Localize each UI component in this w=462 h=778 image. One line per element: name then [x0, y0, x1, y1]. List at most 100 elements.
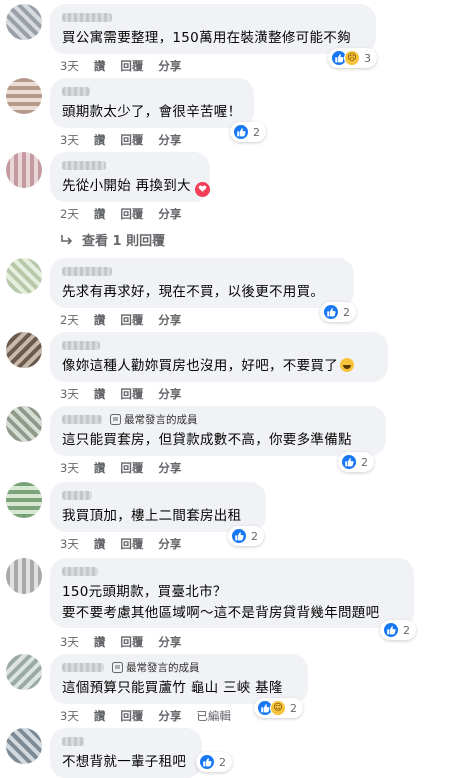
comment-text-line-1: 150元頭期款，買臺北市？ [62, 584, 227, 600]
commenter-name[interactable] [62, 662, 104, 672]
reaction-count: 2 [253, 125, 260, 139]
avatar[interactable] [6, 482, 42, 518]
avatar[interactable] [6, 152, 42, 188]
like-button[interactable]: 讚 [94, 58, 106, 74]
comment-bubble: 先求有再求好，現在不買，以後更不用買。 [50, 258, 354, 308]
comment-actions: 2天 讚 回覆 分享 [60, 206, 196, 222]
avatar[interactable] [6, 558, 42, 594]
share-button[interactable]: 分享 [158, 708, 181, 724]
comment-time[interactable]: 3天 [60, 634, 79, 650]
comment-text: 不想背就一輩子租吧 [62, 754, 187, 770]
badge-label: 最常發言的成員 [126, 661, 200, 674]
reaction-count: 2 [403, 623, 410, 637]
comment-time[interactable]: 3天 [60, 386, 79, 402]
share-button[interactable]: 分享 [158, 58, 181, 74]
commenter-name[interactable] [62, 266, 112, 276]
commenter-name[interactable] [62, 160, 106, 170]
reaction-count: 2 [219, 755, 226, 769]
share-button[interactable]: 分享 [158, 386, 181, 402]
reply-button[interactable]: 回覆 [120, 58, 143, 74]
comment-time[interactable]: 3天 [60, 536, 79, 552]
commenter-name[interactable] [62, 490, 92, 500]
view-replies-link[interactable]: 查看 1 則回覆 [60, 230, 165, 249]
reaction-summary[interactable]: 2 [228, 526, 264, 546]
share-button[interactable]: 分享 [158, 460, 181, 476]
reaction-summary[interactable]: 2 [320, 302, 356, 322]
avatar[interactable] [6, 406, 42, 442]
reply-button[interactable]: 回覆 [120, 708, 143, 724]
comment-bubble: 不想背就一輩子租吧 [50, 728, 202, 778]
commenter-name[interactable] [62, 736, 84, 746]
commenter-name[interactable] [62, 86, 90, 96]
avatar[interactable] [6, 4, 42, 40]
like-button[interactable]: 讚 [94, 634, 106, 650]
comment-text: 買公寓需要整理，150萬用在裝潢整修可能不夠 [62, 30, 351, 46]
like-reaction-icon [323, 304, 339, 320]
comment-text: 頭期款太少了，會很辛苦喔！ [62, 104, 242, 120]
comment-time[interactable]: 2天 [60, 206, 79, 222]
commenter-name[interactable] [62, 566, 98, 576]
commenter-name[interactable] [62, 12, 112, 22]
like-button[interactable]: 讚 [94, 460, 106, 476]
reply-button[interactable]: 回覆 [120, 132, 143, 148]
reply-button[interactable]: 回覆 [120, 206, 143, 222]
reaction-summary[interactable]: ☹ 3 [328, 48, 377, 68]
comment-text: 我買頂加，樓上二間套房出租 [62, 508, 242, 524]
comment-time[interactable]: 3天 [60, 58, 79, 74]
comment-text: 先求有再求好，現在不買，以後更不用買。 [62, 284, 325, 300]
comment-actions: 3天 讚 回覆 分享 [60, 132, 196, 148]
like-button[interactable]: 讚 [94, 312, 106, 328]
share-button[interactable]: 分享 [158, 634, 181, 650]
share-button[interactable]: 分享 [158, 536, 181, 552]
comment-time[interactable]: 3天 [60, 708, 79, 724]
reply-button[interactable]: 回覆 [120, 460, 143, 476]
commenter-name[interactable] [62, 340, 100, 350]
reply-button[interactable]: 回覆 [120, 312, 143, 328]
like-button[interactable]: 讚 [94, 206, 106, 222]
heart-reaction-icon[interactable] [194, 182, 210, 197]
comment-time[interactable]: 3天 [60, 132, 79, 148]
reaction-summary[interactable]: 2 [380, 620, 416, 640]
top-contributor-badge: 最常發言的成員 [112, 660, 200, 675]
comment-bubble: 買公寓需要整理，150萬用在裝潢整修可能不夠 [50, 4, 376, 54]
comment-time[interactable]: 2天 [60, 312, 79, 328]
comment-actions: 2天 讚 回覆 分享 [60, 312, 196, 328]
avatar[interactable] [6, 258, 42, 294]
comment-actions: 3天 讚 回覆 分享 已編輯 [60, 708, 246, 724]
avatar[interactable] [6, 78, 42, 114]
share-button[interactable]: 分享 [158, 312, 181, 328]
like-button[interactable]: 讚 [94, 536, 106, 552]
comment-actions: 3天 讚 回覆 分享 [60, 386, 196, 402]
reaction-summary[interactable]: ☺ 2 [254, 698, 303, 718]
laughing-emoji-icon [340, 358, 354, 372]
reaction-summary[interactable]: 2 [338, 452, 374, 472]
comment-bubble: 最常發言的成員 這個預算只能買蘆竹 龜山 三峽 基隆 [50, 654, 308, 704]
reply-button[interactable]: 回覆 [120, 634, 143, 650]
share-button[interactable]: 分享 [158, 132, 181, 148]
commenter-name[interactable] [62, 414, 102, 424]
reaction-count: 2 [290, 701, 297, 715]
badge-icon [112, 661, 123, 673]
comment-actions: 3天 讚 回覆 分享 [60, 634, 196, 650]
edited-label: 已編輯 [196, 709, 231, 723]
avatar[interactable] [6, 332, 42, 368]
sad-reaction-icon: ☹ [344, 50, 360, 66]
reaction-summary[interactable]: 2 [196, 752, 232, 772]
reaction-summary[interactable]: 2 [230, 122, 266, 142]
reply-button[interactable]: 回覆 [120, 386, 143, 402]
avatar[interactable] [6, 728, 42, 764]
comment-bubble: 先從小開始 再換到大 [50, 152, 210, 202]
like-reaction-icon [341, 454, 357, 470]
avatar[interactable] [6, 654, 42, 690]
like-button[interactable]: 讚 [94, 132, 106, 148]
share-button[interactable]: 分享 [158, 206, 181, 222]
comment-time[interactable]: 3天 [60, 460, 79, 476]
badge-icon [110, 413, 121, 425]
reaction-count: 3 [364, 51, 371, 65]
reply-button[interactable]: 回覆 [120, 536, 143, 552]
like-button[interactable]: 讚 [94, 708, 106, 724]
like-button[interactable]: 讚 [94, 386, 106, 402]
like-reaction-icon [233, 124, 249, 140]
comment-text-line-2: 要不要考慮其他區域啊～這不是背房貸背幾年問題吧 [62, 605, 380, 621]
comment-bubble: 像妳這種人勸妳買房也沒用，好吧，不要買了 [50, 332, 388, 382]
